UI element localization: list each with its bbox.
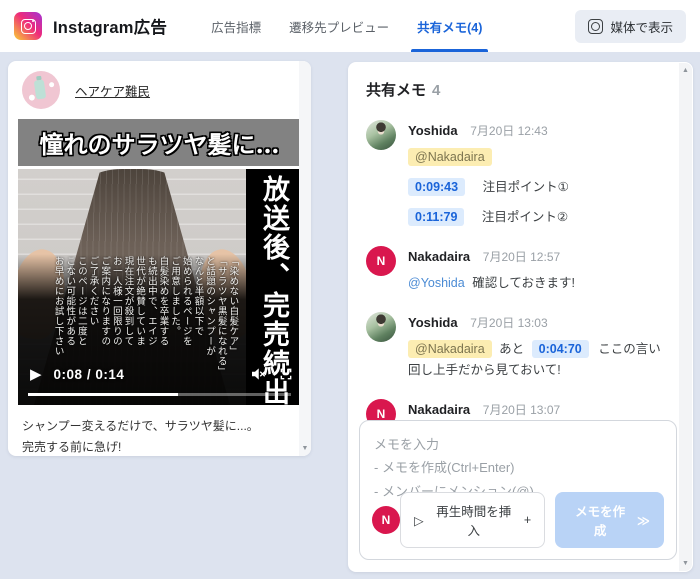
memo-count: 4 xyxy=(432,82,440,99)
send-icon: ≫ xyxy=(637,513,650,528)
tab-shared-memo[interactable]: 共有メモ(4) xyxy=(403,0,496,52)
scroll-down-icon[interactable]: ▼ xyxy=(302,441,309,456)
ad-headline-text: 憧れのサラツヤ髪に… xyxy=(40,125,280,160)
mention-link[interactable]: @Yoshida xyxy=(408,276,465,290)
plus-icon: + xyxy=(524,513,531,527)
memo-input[interactable]: メモを入力 - メモを作成(Ctrl+Enter) - メンバーにメンション(@… xyxy=(359,420,677,560)
view-on-media-button[interactable]: 媒体で表示 xyxy=(575,10,686,43)
video-progress-bar[interactable] xyxy=(28,393,291,397)
left-panel-scrollbar[interactable]: ▼ xyxy=(299,61,311,456)
message-timestamp: 7月20日 12:43 xyxy=(470,124,547,138)
memo-input-hint-1: - メモを作成(Ctrl+Enter) xyxy=(374,456,662,479)
app-window: Instagram広告 広告指標 遷移先プレビュー 共有メモ(4) 媒体で表示 … xyxy=(0,0,700,579)
mention-chip[interactable]: @Nakadaira xyxy=(408,148,492,166)
caption-line-1: シャンプー変えるだけで、サラツヤ髪に...。 xyxy=(22,416,297,437)
message-timestamp: 7月20日 13:03 xyxy=(470,316,547,330)
message-text: 注目ポイント① xyxy=(483,180,569,194)
yoshida-avatar xyxy=(366,312,396,342)
video-progress-fill xyxy=(28,393,178,397)
tab-destination-preview[interactable]: 遷移先プレビュー xyxy=(275,0,403,52)
memo-message: Yoshida 7月20日 13:03 @Nakadaira あと 0:04:7… xyxy=(366,312,669,383)
playtime-link[interactable]: 0:09:43 xyxy=(408,178,465,196)
scroll-down-icon[interactable]: ▼ xyxy=(682,556,689,571)
nakadaira-avatar: N xyxy=(366,246,396,276)
page-title: Instagram広告 xyxy=(53,14,167,38)
current-user-avatar: N xyxy=(372,506,400,534)
memo-panel-scrollbar[interactable]: ▲ ▼ xyxy=(679,63,692,571)
tab-bar: 広告指標 遷移先プレビュー 共有メモ(4) xyxy=(197,0,496,52)
create-memo-button[interactable]: メモを作成 ≫ xyxy=(555,492,664,548)
video-controls: ▶ 0:08 / 0:14 xyxy=(30,365,293,383)
post-header: ヘアケア難民 xyxy=(8,61,311,117)
message-timestamp: 7月20日 12:57 xyxy=(483,250,560,264)
video-time: 0:08 / 0:14 xyxy=(54,367,125,382)
app-header: Instagram広告 広告指標 遷移先プレビュー 共有メモ(4) 媒体で表示 xyxy=(0,0,700,52)
memo-message: Yoshida 7月20日 12:43 @Nakadaira 0:09:43 注… xyxy=(366,120,669,229)
play-outline-icon: ▷ xyxy=(414,513,424,528)
instagram-icon xyxy=(588,19,603,34)
memo-input-toolbar: N ▷ 再生時間を挿入 + メモを作成 ≫ xyxy=(372,492,664,548)
message-text: あと xyxy=(499,342,524,356)
playtime-link[interactable]: 0:11:79 xyxy=(408,208,464,226)
instagram-logo-icon xyxy=(14,12,42,40)
tab-ad-metrics[interactable]: 広告指標 xyxy=(197,0,275,52)
author-name: Nakadaira xyxy=(408,249,470,264)
yoshida-avatar xyxy=(366,120,396,150)
account-name-link[interactable]: ヘアケア難民 xyxy=(75,81,150,100)
account-avatar[interactable] xyxy=(22,71,60,109)
insert-playtime-button[interactable]: ▷ 再生時間を挿入 + xyxy=(400,492,545,548)
ad-caption: シャンプー変えるだけで、サラツヤ髪に...。 完売する前に急げ! xyxy=(8,405,311,456)
ad-headline-banner: 憧れのサラツヤ髪に… xyxy=(18,119,301,166)
view-on-media-label: 媒体で表示 xyxy=(610,17,673,36)
message-text: 注目ポイント② xyxy=(482,210,568,224)
message-text: 確認しておきます! xyxy=(472,276,575,290)
playtime-link[interactable]: 0:04:70 xyxy=(532,340,589,358)
author-name: Yoshida xyxy=(408,315,458,330)
memo-message: N Nakadaira 7月20日 12:57 @Yoshida 確認しておきま… xyxy=(366,246,669,295)
author-name: Yoshida xyxy=(408,123,458,138)
create-memo-label: メモを作成 xyxy=(569,501,631,539)
video-player[interactable]: 「染めない白髪ケア」「サラツヤ黒髪になれる」と話題のシャンプーがなんと半額以下で… xyxy=(18,169,301,405)
shared-memo-panel: 共有メモ4 Yoshida 7月20日 12:43 @Nakadaira 0:0… xyxy=(348,62,693,572)
shampoo-bottle-icon xyxy=(34,79,47,99)
scroll-up-icon[interactable]: ▲ xyxy=(682,63,689,78)
memo-input-placeholder: メモを入力 xyxy=(374,433,662,456)
mention-chip[interactable]: @Nakadaira xyxy=(408,340,492,358)
author-name: Nakadaira xyxy=(408,402,470,417)
fullscreen-icon[interactable] xyxy=(279,367,293,381)
ad-copy-vertical-text: 「染めない白髪ケア」「サラツヤ黒髪になれる」と話題のシャンプーがなんと半額以下で… xyxy=(23,256,239,377)
mute-icon[interactable] xyxy=(249,365,267,383)
insert-playtime-label: 再生時間を挿入 xyxy=(431,501,517,539)
play-icon[interactable]: ▶ xyxy=(30,367,42,382)
memo-panel-title: 共有メモ4 xyxy=(366,79,669,100)
message-timestamp: 7月20日 13:07 xyxy=(483,403,560,417)
ad-preview-panel: ヘアケア難民 憧れのサラツヤ髪に… 「染めない白髪ケア」「サラツヤ黒髪になれる」… xyxy=(8,61,311,456)
caption-line-2: 完売する前に急げ! xyxy=(22,437,297,456)
